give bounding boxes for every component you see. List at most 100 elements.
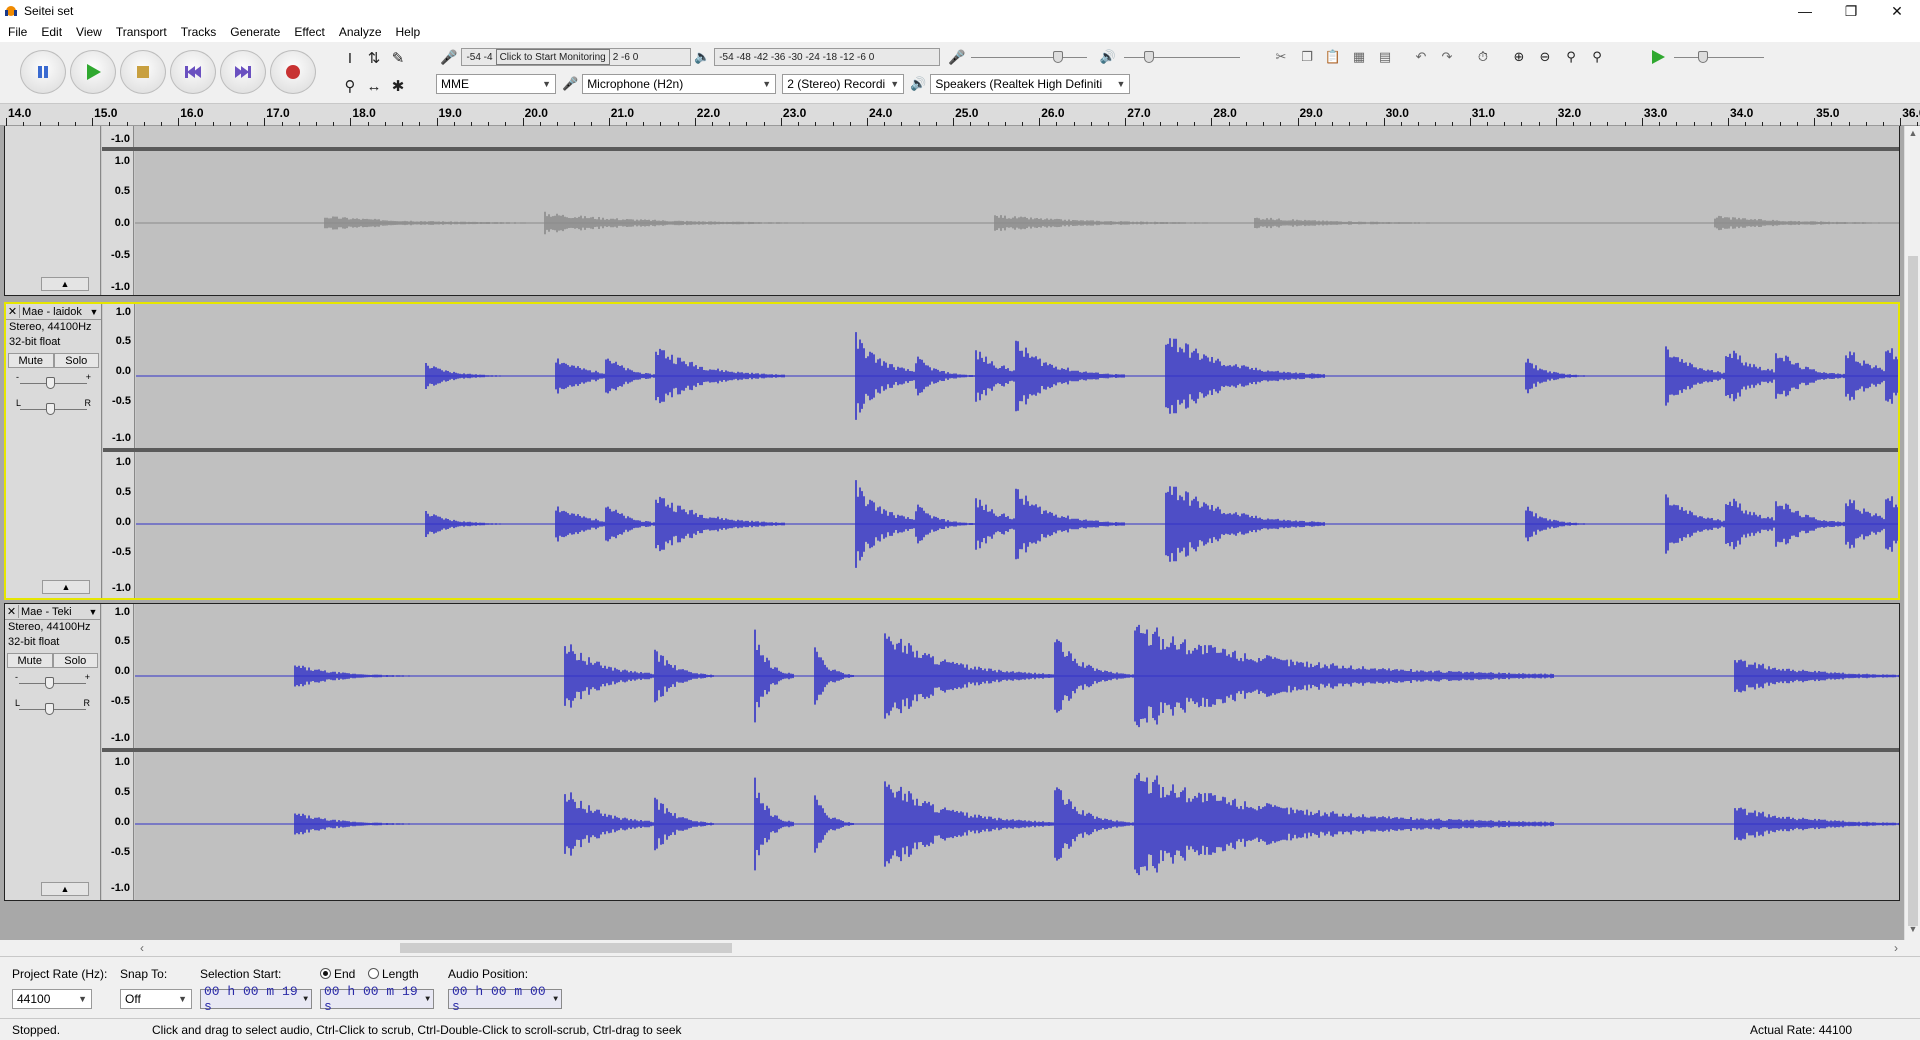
menu-generate[interactable]: Generate [230, 25, 280, 39]
close-track-icon[interactable]: ✕ [5, 605, 19, 618]
cut-icon[interactable]: ✂ [1268, 46, 1294, 68]
scroll-left-icon[interactable]: ‹ [140, 941, 144, 955]
audio-position-time[interactable]: 00 h 00 m 00 s ▼ [448, 984, 562, 1014]
mute-button[interactable]: Mute [7, 653, 53, 668]
track-mae-laidok[interactable]: ✕ Mae - laidok ▼ Stereo, 44100Hz 32-bit … [4, 302, 1900, 600]
multi-tool-icon[interactable]: ✱ [386, 72, 410, 100]
snap-to-select[interactable]: Off ▼ [120, 989, 192, 1009]
vertical-ruler: -1.0 1.0 0.5 0.0 -0.5 -1.0 [102, 126, 134, 295]
skip-start-button[interactable] [170, 50, 216, 94]
scroll-right-icon[interactable]: › [1894, 941, 1898, 955]
track-name[interactable]: Mae - laidok [20, 306, 87, 318]
audio-host-select[interactable]: MME ▼ [436, 74, 556, 94]
menu-view[interactable]: View [76, 25, 102, 39]
horizontal-scroll-thumb[interactable] [400, 943, 732, 953]
waveform-channel-right[interactable] [135, 752, 1899, 900]
timeshift-tool-icon[interactable]: ↔ [362, 72, 386, 100]
zoom-tool-icon[interactable]: ⚲ [338, 72, 362, 100]
horizontal-scrollbar[interactable]: ‹ › [130, 940, 1904, 956]
menu-tracks[interactable]: Tracks [181, 25, 217, 39]
record-meter-mic-icon[interactable]: 🎤 [440, 49, 457, 66]
selection-start-time[interactable]: 00 h 00 m 19 s ▼ [200, 984, 312, 1014]
track-name[interactable]: Mae - Teki [19, 606, 86, 618]
scroll-down-icon[interactable]: ▼ [1905, 924, 1920, 938]
fit-project-icon[interactable]: ⚲ [1584, 46, 1610, 68]
scroll-up-icon[interactable]: ▲ [1905, 128, 1920, 142]
track-audio-partial[interactable]: ▲ -1.0 1.0 0.5 0.0 -0.5 -1.0 [4, 126, 1900, 296]
recording-device-select[interactable]: Microphone (H2n) ▼ [582, 74, 777, 94]
menu-edit[interactable]: Edit [41, 25, 62, 39]
silence-icon[interactable]: ▤ [1372, 46, 1398, 68]
ruler-label: 36.0 [1902, 106, 1920, 120]
selection-start-label: Selection Start: [200, 967, 282, 981]
timeline-ruler[interactable]: 14.0 15.0 16.0 17.0 18.0 19.0 20.0 21.0 22.0 23.0… [0, 104, 1920, 126]
menu-help[interactable]: Help [396, 25, 421, 39]
pan-slider[interactable]: L R [16, 398, 91, 420]
track-menu-icon[interactable]: ▼ [87, 307, 101, 317]
zoom-in-icon[interactable]: ⊕ [1506, 46, 1532, 68]
play-at-speed-icon[interactable] [1650, 49, 1666, 65]
redo-icon[interactable]: ↷ [1434, 46, 1460, 68]
playback-device-select[interactable]: Speakers (Realtek High Definiti ▼ [930, 74, 1131, 94]
track-header: ✕ Mae - Teki ▼ [5, 604, 100, 620]
playback-device-value: Speakers (Realtek High Definiti [935, 77, 1103, 91]
recording-channels-select[interactable]: 2 (Stereo) Recording ▼ [782, 74, 905, 94]
recording-volume-slider[interactable] [971, 48, 1088, 66]
waveform-channel-left[interactable] [136, 304, 1898, 448]
menu-file[interactable]: File [8, 25, 27, 39]
skip-end-button[interactable] [220, 50, 266, 94]
undo-icon[interactable]: ↶ [1408, 46, 1434, 68]
project-rate-select[interactable]: 44100 ▼ [12, 989, 92, 1009]
zoom-out-icon[interactable]: ⊖ [1532, 46, 1558, 68]
vertical-scroll-thumb[interactable] [1908, 256, 1918, 926]
play-button[interactable] [70, 50, 116, 94]
playback-meter[interactable]: -54 -48 -42 -36 -30 -24 -18 -12 -6 0 [714, 48, 941, 66]
record-meter[interactable]: -54 -4 Click to Start Monitoring 2 -6 0 [461, 48, 692, 66]
sync-lock-icon[interactable]: ⏱ [1470, 46, 1496, 68]
menu-analyze[interactable]: Analyze [339, 25, 382, 39]
close-button[interactable]: ✕ [1874, 0, 1920, 22]
vertical-scrollbar[interactable]: ▲ ▼ [1904, 126, 1920, 940]
track-menu-icon[interactable]: ▼ [86, 607, 100, 617]
restore-button[interactable]: ❐ [1828, 0, 1874, 22]
draw-tool-icon[interactable]: ✎ [386, 44, 410, 72]
status-bar: Stopped. Click and drag to select audio,… [0, 1018, 1920, 1040]
solo-button[interactable]: Solo [52, 653, 98, 668]
menu-transport[interactable]: Transport [116, 25, 167, 39]
stop-button[interactable] [120, 50, 166, 94]
solo-button[interactable]: Solo [53, 353, 99, 368]
end-radio[interactable] [320, 968, 331, 979]
fit-selection-icon[interactable]: ⚲ [1558, 46, 1584, 68]
end-option[interactable]: End [320, 967, 355, 981]
envelope-tool-icon[interactable]: ⇅ [362, 44, 386, 72]
close-track-icon[interactable]: ✕ [6, 305, 20, 318]
vruler-label: 0.0 [114, 816, 130, 828]
paste-icon[interactable]: 📋 [1320, 46, 1346, 68]
waveform-channel-right[interactable] [136, 452, 1898, 598]
waveform-channel[interactable] [135, 151, 1899, 295]
gain-slider[interactable]: - + [15, 672, 90, 694]
gain-slider[interactable]: - + [16, 372, 91, 394]
pan-slider[interactable]: L R [15, 698, 90, 720]
track-mae-teki[interactable]: ✕ Mae - Teki ▼ Stereo, 44100Hz 32-bit fl… [4, 603, 1900, 901]
collapse-track-button[interactable]: ▲ [41, 882, 89, 896]
length-option[interactable]: Length [368, 967, 419, 981]
copy-icon[interactable]: ❐ [1294, 46, 1320, 68]
pause-button[interactable] [20, 50, 66, 94]
tracks-area[interactable]: ▲ -1.0 1.0 0.5 0.0 -0.5 -1.0 ✕ Mae - lai… [0, 126, 1904, 940]
playback-volume-slider[interactable] [1123, 48, 1240, 66]
collapse-track-button[interactable]: ▲ [42, 580, 90, 594]
start-monitoring-button[interactable]: Click to Start Monitoring [495, 49, 610, 65]
record-button[interactable] [270, 50, 316, 94]
selection-tool-icon[interactable]: I [338, 44, 362, 72]
waveform-channel-left[interactable] [135, 604, 1899, 748]
length-radio[interactable] [368, 968, 379, 979]
selection-end-time[interactable]: 00 h 00 m 19 s ▼ [320, 984, 434, 1014]
trim-icon[interactable]: ▦ [1346, 46, 1372, 68]
collapse-track-button[interactable]: ▲ [41, 277, 89, 291]
menu-effect[interactable]: Effect [294, 25, 324, 39]
mute-button[interactable]: Mute [8, 353, 54, 368]
play-speed-slider[interactable] [1674, 48, 1764, 66]
minimize-button[interactable]: — [1782, 0, 1828, 22]
speaker-meter-icon[interactable]: 🔈 [694, 49, 710, 65]
